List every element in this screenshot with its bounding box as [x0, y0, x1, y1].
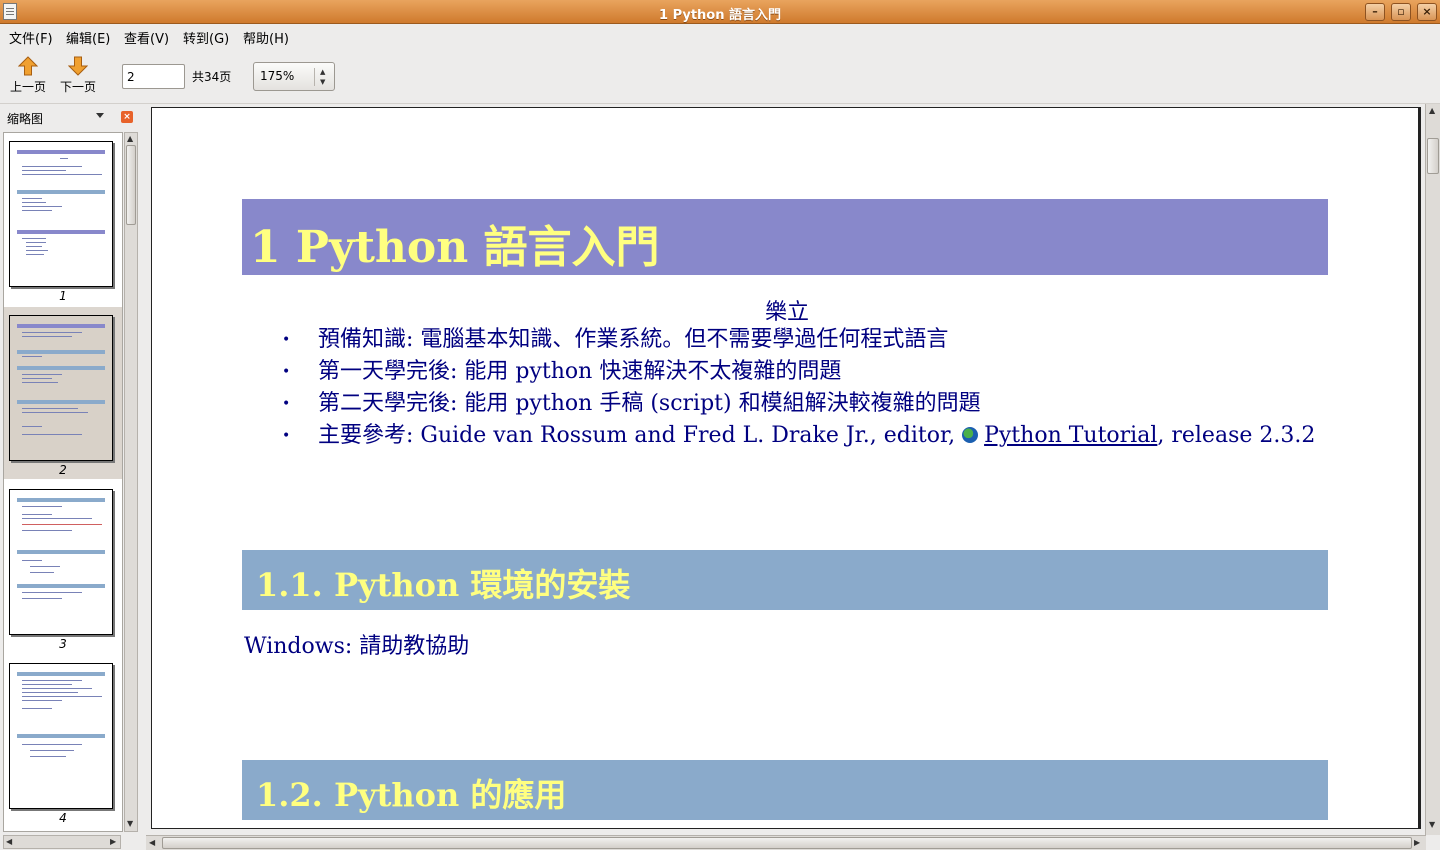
thumbnail-number: 1	[59, 289, 67, 303]
thumbnail-page-4[interactable]	[9, 663, 113, 809]
menu-go[interactable]: 转到(G)	[183, 28, 229, 47]
close-sidebar-icon[interactable]: ×	[121, 111, 133, 123]
thumbnail-list: 1 2 3 4	[3, 132, 123, 832]
scroll-right-icon[interactable]: ▶	[110, 837, 116, 846]
previous-page-label: 上一页	[9, 80, 46, 94]
menu-view[interactable]: 查看(V)	[124, 28, 169, 47]
menu-file[interactable]: 文件(F)	[9, 28, 53, 47]
document-author: 樂立	[764, 300, 809, 325]
toolbar: 上一页 下一页 共34页 175% ▲ ▼	[0, 48, 1440, 104]
menu-edit[interactable]: 编辑(E)	[66, 28, 110, 47]
scroll-down-icon[interactable]: ▼	[127, 819, 133, 828]
window-title: 1 Python 語言入門	[659, 8, 781, 23]
next-page-label: 下一页	[59, 80, 96, 94]
list-item: 主要參考: Guide van Rossum and Fred L. Drake…	[282, 420, 1362, 452]
section-heading-2: 1.2. Python 的應用	[242, 760, 1328, 820]
page-total-label: 共34页	[192, 70, 232, 84]
thumbnail-scrollbar[interactable]: ▲ ▼	[124, 132, 138, 832]
previous-page-button[interactable]: 上一页	[3, 54, 53, 100]
menu-help[interactable]: 帮助(H)	[243, 28, 289, 47]
thumbnail-page-1[interactable]	[9, 141, 113, 287]
document-page: 1 Python 語言入門 樂立 預備知識: 電腦基本知識、作業系統。但不需要學…	[151, 107, 1421, 829]
document-vertical-scrollbar[interactable]: ▲ ▼	[1425, 104, 1440, 835]
maximize-button[interactable]: ▫	[1391, 3, 1411, 21]
sidebar-title: 缩略图	[7, 112, 44, 126]
scroll-right-icon[interactable]: ▶	[1414, 838, 1420, 847]
globe-icon	[962, 427, 979, 443]
scroll-left-icon[interactable]: ◀	[6, 837, 12, 846]
document-title-banner: 1 Python 語言入門	[242, 199, 1328, 275]
document-view[interactable]: 1 Python 語言入門 樂立 預備知識: 電腦基本知識、作業系統。但不需要學…	[146, 104, 1440, 850]
document-horizontal-scrollbar[interactable]: ◀ ▶	[146, 835, 1426, 850]
thumbnail-number: 4	[59, 811, 67, 825]
bullet-list: 預備知識: 電腦基本知識、作業系統。但不需要學過任何程式語言 第一天學完後: 能…	[282, 324, 1362, 452]
scroll-left-icon[interactable]: ◀	[149, 838, 155, 847]
section-paragraph: Windows: 請助教協助	[244, 634, 470, 659]
window-title-bar: 1 Python 語言入門 – ▫ ×	[0, 0, 1440, 24]
page-number-input[interactable]	[122, 64, 185, 89]
thumbnail-number: 3	[59, 637, 67, 651]
thumbnail-number: 2	[59, 463, 67, 477]
section-title: 1.2. Python 的應用	[256, 776, 567, 814]
python-tutorial-link[interactable]: Python Tutorial	[984, 423, 1157, 448]
list-item: 預備知識: 電腦基本知識、作業系統。但不需要學過任何程式語言	[282, 324, 1362, 356]
thumbnail-scroll-thumb[interactable]	[126, 145, 136, 225]
arrow-down-icon	[68, 56, 88, 76]
spin-down-icon[interactable]: ▼	[320, 78, 325, 86]
document-scroll-thumb[interactable]	[1427, 138, 1439, 174]
scroll-up-icon[interactable]: ▲	[127, 134, 133, 143]
thumbnail-horizontal-scrollbar[interactable]: ◀ ▶	[3, 835, 121, 849]
minimize-button[interactable]: –	[1365, 3, 1385, 21]
menu-bar: 文件(F) 编辑(E) 查看(V) 转到(G) 帮助(H)	[0, 24, 1440, 48]
thumbnail-page-2[interactable]	[9, 315, 113, 461]
zoom-spinner[interactable]: 175% ▲ ▼	[253, 62, 335, 91]
scroll-down-icon[interactable]: ▼	[1429, 820, 1435, 829]
section-title: 1.1. Python 環境的安裝	[256, 566, 631, 604]
scroll-up-icon[interactable]: ▲	[1429, 106, 1435, 115]
sidebar: 缩略图 × 1 2 3 4 ▲ ▼ ◀ ▶	[0, 104, 142, 850]
zoom-value: 175%	[260, 69, 295, 83]
document-horizontal-scroll-thumb[interactable]	[162, 837, 1412, 849]
spin-up-icon[interactable]: ▲	[320, 68, 325, 76]
arrow-up-icon	[18, 56, 38, 76]
thumbnail-page-3[interactable]	[9, 489, 113, 635]
close-window-button[interactable]: ×	[1417, 3, 1437, 21]
next-page-button[interactable]: 下一页	[53, 54, 103, 100]
list-item: 第二天學完後: 能用 python 手稿 (script) 和模組解決較複雜的問…	[282, 388, 1362, 420]
document-title: 1 Python 語言入門	[250, 222, 660, 273]
chevron-down-icon[interactable]	[96, 113, 104, 118]
section-heading-1: 1.1. Python 環境的安裝	[242, 550, 1328, 610]
list-item: 第一天學完後: 能用 python 快速解決不太複雜的問題	[282, 356, 1362, 388]
